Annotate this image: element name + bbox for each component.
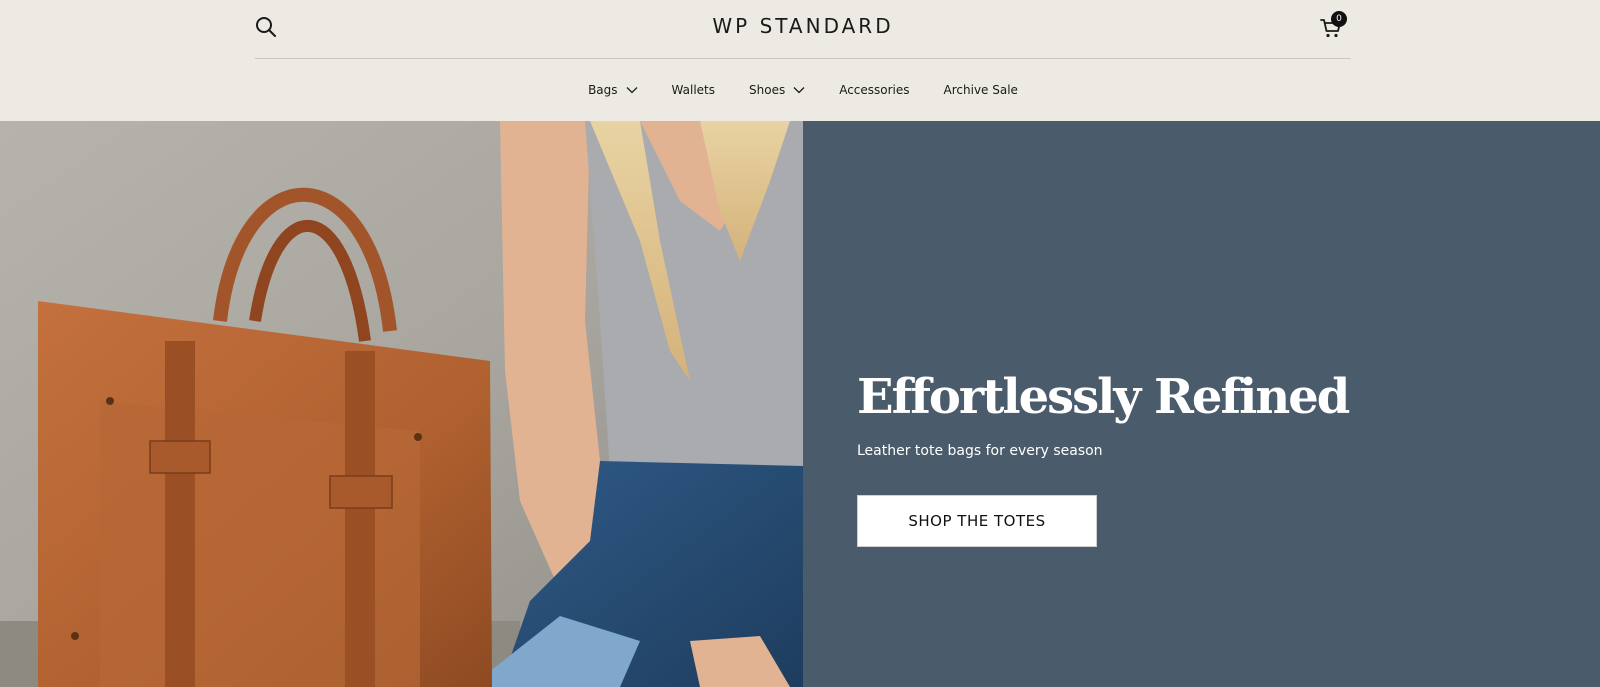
nav-item-label: Archive Sale <box>943 83 1018 97</box>
site-header: WP STANDARD 0 Bags Wallets Shoes Accesso… <box>0 0 1600 121</box>
cart-count-badge: 0 <box>1331 11 1347 27</box>
nav-item-label: Shoes <box>749 83 786 97</box>
hero-banner: Effortlessly Refined Leather tote bags f… <box>0 121 1600 687</box>
shop-the-totes-button[interactable]: SHOP THE TOTES <box>857 495 1097 547</box>
nav-item-label: Accessories <box>839 83 910 97</box>
hero-text-panel: Effortlessly Refined Leather tote bags f… <box>803 121 1600 687</box>
hero-subheadline: Leather tote bags for every season <box>857 443 1103 459</box>
nav-item-shoes[interactable]: Shoes <box>749 83 805 97</box>
header-inner: WP STANDARD 0 Bags Wallets Shoes Accesso… <box>255 0 1351 121</box>
hero-headline: Effortlessly Refined <box>857 369 1350 425</box>
site-logo[interactable]: WP STANDARD <box>255 14 1351 38</box>
tote-bag-photo <box>0 121 803 687</box>
nav-item-wallets[interactable]: Wallets <box>672 83 715 97</box>
nav-item-label: Bags <box>588 83 618 97</box>
nav-item-archive-sale[interactable]: Archive Sale <box>944 83 1018 97</box>
header-topbar: WP STANDARD 0 <box>255 0 1351 59</box>
chevron-down-icon <box>626 87 637 94</box>
nav-item-label: Wallets <box>671 83 715 97</box>
nav-item-accessories[interactable]: Accessories <box>839 83 909 97</box>
hero-image[interactable] <box>0 121 803 687</box>
nav-item-bags[interactable]: Bags <box>588 83 637 97</box>
main-nav: Bags Wallets Shoes Accessories Archive S… <box>255 70 1351 110</box>
chevron-down-icon <box>793 87 805 94</box>
